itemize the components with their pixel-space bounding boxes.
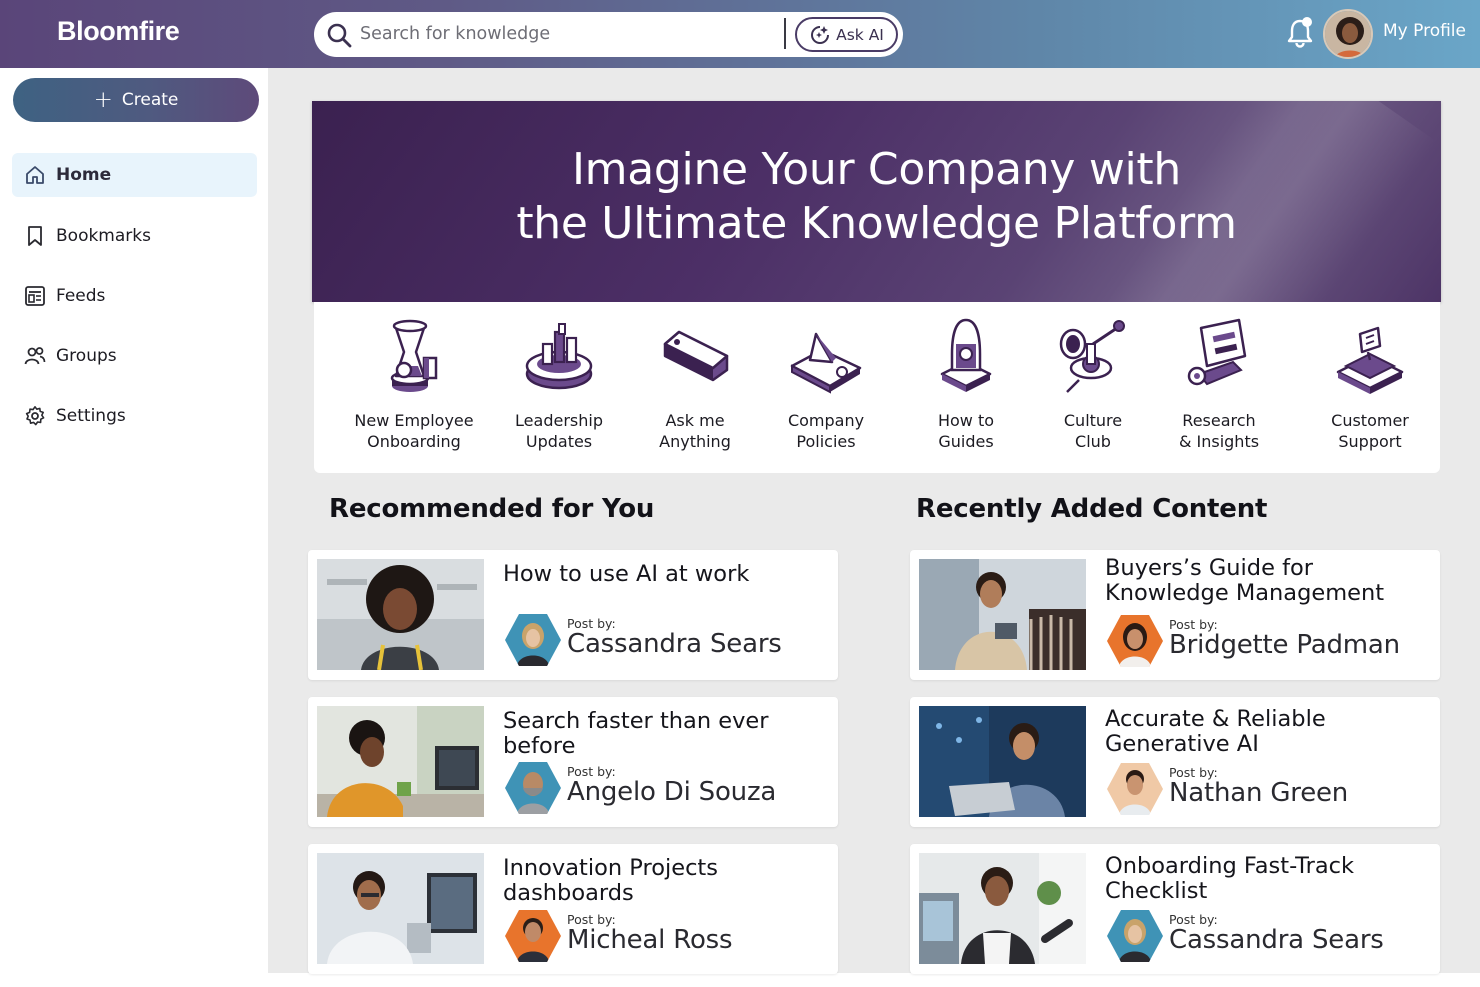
category-customer-support[interactable]: Customer Support [1300, 314, 1440, 452]
sidebar-item-settings[interactable]: Settings [12, 394, 257, 438]
sidebar-item-home[interactable]: Home [12, 153, 257, 197]
recent-card[interactable]: Accurate & Reliable Generative AI Post b… [910, 697, 1440, 827]
research-icon [1187, 318, 1247, 386]
hourglass-icon [390, 319, 438, 392]
category-label: Company Policies [787, 411, 865, 451]
groups-icon [24, 347, 46, 365]
recommended-heading: Recommended for You [329, 494, 655, 524]
top-bar: Bloomfire Ask AI My Profile [0, 0, 1480, 68]
author-name: Nathan Green [1169, 778, 1349, 808]
category-tiles: New Employee Onboarding Leadership Updates… [314, 302, 1440, 473]
category-culture-club[interactable]: Culture Club [1023, 314, 1163, 452]
category-label: Research & Insights [1178, 411, 1260, 451]
sidebar-item-label: Settings [56, 406, 126, 426]
category-new-employee-onboarding[interactable]: New Employee Onboarding [344, 314, 484, 452]
search-icon[interactable] [326, 22, 352, 48]
lightbulb-icon [940, 318, 992, 392]
sidebar-item-label: Feeds [56, 286, 106, 306]
hero-banner: Imagine Your Company with the Ultimate K… [312, 101, 1441, 302]
card-byline: Post by: Angelo Di Souza [503, 760, 833, 818]
category-label: How to Guides [937, 411, 995, 451]
card-title: Onboarding Fast-Track Checklist [1105, 853, 1355, 904]
profile-avatar[interactable] [1323, 9, 1373, 59]
search-bar: Ask AI [314, 12, 903, 57]
create-label: Create [121, 90, 179, 110]
author-avatar [505, 762, 561, 814]
category-label: Culture Club [1063, 411, 1123, 451]
card-thumbnail [317, 706, 484, 817]
notification-bell-icon[interactable] [1285, 16, 1315, 48]
card-thumbnail [919, 559, 1086, 670]
sidebar-item-groups[interactable]: Groups [12, 334, 257, 378]
search-input[interactable] [360, 20, 780, 48]
author-name: Micheal Ross [567, 925, 733, 955]
recommended-card[interactable]: How to use AI at work Post by: Cassandra… [308, 550, 838, 680]
card-thumbnail [919, 853, 1086, 964]
card-byline: Post by: Nathan Green [1105, 761, 1435, 819]
category-label: New Employee Onboarding [354, 411, 474, 451]
hero-title-line-2: the Ultimate Knowledge Platform [516, 198, 1237, 249]
support-chat-icon [1336, 326, 1404, 394]
policy-document-icon [790, 332, 862, 394]
hero-title: Imagine Your Company with the Ultimate K… [312, 143, 1441, 251]
sidebar-item-feeds[interactable]: Feeds [12, 274, 257, 318]
tag-icon [663, 330, 729, 382]
sidebar: + Create Home Bookmarks Feeds Groups Set… [0, 68, 268, 987]
category-ask-me-anything[interactable]: Ask me Anything [625, 314, 765, 452]
category-label: Customer Support [1331, 411, 1409, 451]
recent-card[interactable]: Buyers’s Guide for Knowledge Management … [910, 550, 1440, 680]
author-name: Cassandra Sears [567, 629, 782, 659]
card-byline: Post by: Micheal Ross [503, 908, 833, 966]
card-title: Innovation Projects dashboards [503, 855, 718, 906]
sidebar-item-label: Bookmarks [56, 226, 151, 246]
category-label: Leadership Updates [515, 411, 603, 451]
recommended-card[interactable]: Search faster than ever before Post by: … [308, 697, 838, 827]
recent-card[interactable]: Onboarding Fast-Track Checklist Post by:… [910, 844, 1440, 974]
bar-chart-icon [525, 323, 593, 390]
category-label: Ask me Anything [659, 411, 731, 451]
card-title: Search faster than ever before [503, 708, 769, 759]
card-byline: Post by: Cassandra Sears [503, 612, 833, 670]
category-company-policies[interactable]: Company Policies [756, 314, 896, 452]
ask-ai-button[interactable]: Ask AI [795, 17, 898, 52]
card-thumbnail [317, 853, 484, 964]
hero-title-line-1: Imagine Your Company with [572, 144, 1181, 195]
card-title: How to use AI at work [503, 561, 750, 587]
ai-sparkle-icon [811, 25, 830, 44]
sidebar-item-label: Groups [56, 346, 117, 366]
recommended-card[interactable]: Innovation Projects dashboards Post by: … [308, 844, 838, 974]
recent-heading: Recently Added Content [916, 494, 1268, 524]
author-avatar [505, 910, 561, 962]
category-leadership-updates[interactable]: Leadership Updates [489, 314, 629, 452]
ask-ai-label: Ask AI [836, 25, 884, 44]
app-logo[interactable]: Bloomfire [57, 16, 180, 47]
card-title: Accurate & Reliable Generative AI [1105, 706, 1326, 757]
plus-icon: + [93, 87, 113, 113]
author-name: Cassandra Sears [1169, 925, 1384, 955]
card-title: Buyers’s Guide for Knowledge Management [1105, 555, 1385, 606]
card-thumbnail [919, 706, 1086, 817]
card-thumbnail [317, 559, 484, 670]
category-research-insights[interactable]: Research & Insights [1149, 314, 1289, 452]
author-avatar [1107, 763, 1163, 815]
card-byline: Post by: Cassandra Sears [1105, 908, 1435, 966]
megaphone-icon [1059, 320, 1125, 393]
search-divider [784, 18, 786, 49]
gear-icon [25, 406, 45, 426]
category-how-to-guides[interactable]: How to Guides [896, 314, 1036, 452]
feeds-icon [25, 286, 45, 306]
create-button[interactable]: + Create [13, 78, 259, 122]
my-profile-link[interactable]: My Profile [1383, 21, 1466, 41]
author-avatar [505, 614, 561, 666]
author-avatar [1107, 615, 1163, 667]
bookmark-icon [28, 226, 42, 246]
home-icon [26, 166, 44, 184]
author-avatar [1107, 910, 1163, 962]
author-name: Bridgette Padman [1169, 630, 1400, 660]
card-byline: Post by: Bridgette Padman [1105, 613, 1435, 671]
sidebar-item-bookmarks[interactable]: Bookmarks [12, 214, 257, 258]
sidebar-item-label: Home [56, 165, 112, 185]
author-name: Angelo Di Souza [567, 777, 777, 807]
